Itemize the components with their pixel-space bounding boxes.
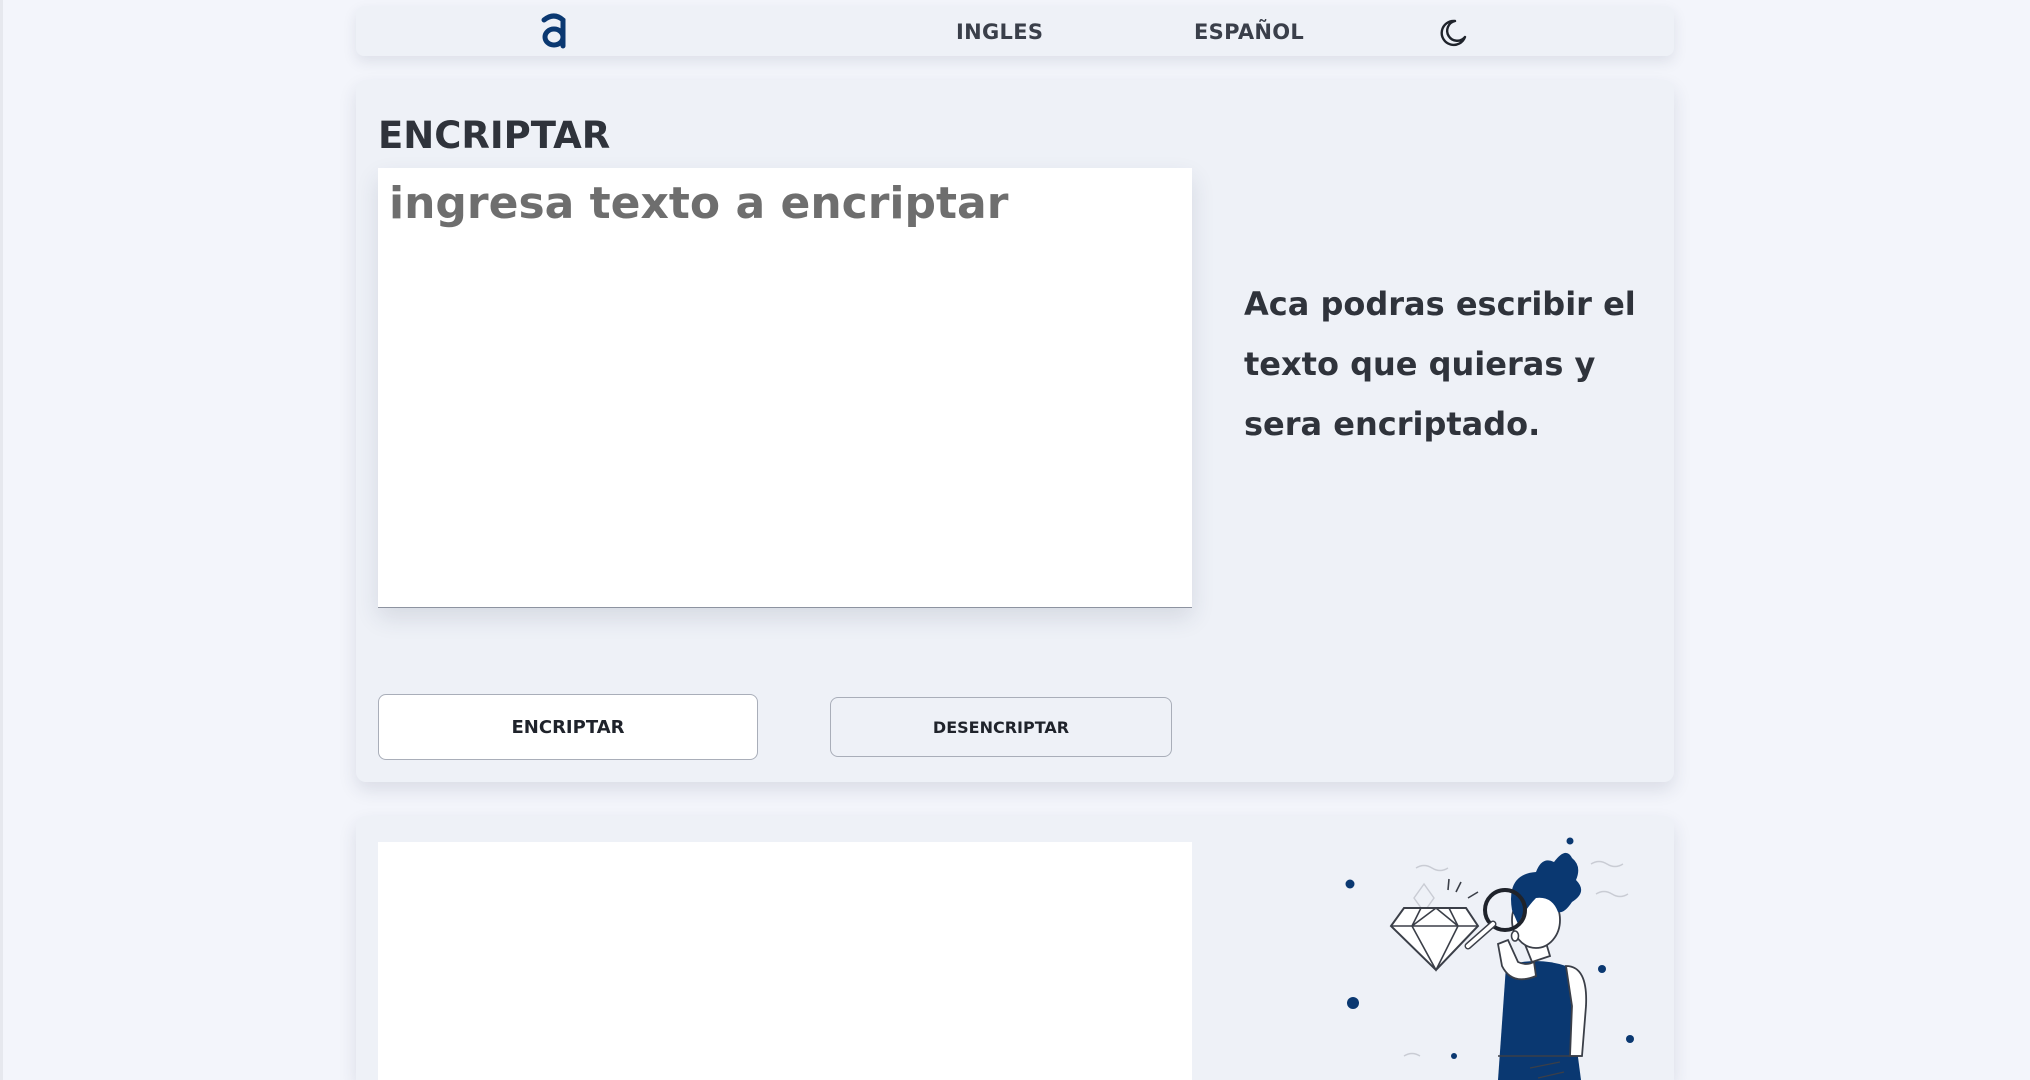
decrypt-button[interactable]: DESENCRIPTAR — [830, 697, 1172, 757]
page: INGLES ESPAÑOL ENCRIPTAR Aca podras escr… — [0, 0, 2030, 1080]
person-with-magnifier-illustration — [1345, 837, 1634, 1080]
encrypt-card: ENCRIPTAR Aca podras escribir el texto q… — [356, 80, 1674, 782]
encrypt-input[interactable] — [378, 168, 1192, 608]
logo[interactable] — [534, 10, 574, 52]
encrypt-button[interactable]: ENCRIPTAR — [378, 694, 758, 760]
window-edge — [0, 0, 3, 1080]
nav-link-english[interactable]: INGLES — [956, 20, 1043, 44]
navbar: INGLES ESPAÑOL — [356, 6, 1674, 56]
encrypt-title: ENCRIPTAR — [378, 114, 611, 157]
output-box[interactable] — [378, 842, 1192, 1080]
info-text: Aca podras escribir el texto que quieras… — [1244, 285, 1636, 443]
logo-icon — [541, 13, 566, 49]
theme-toggle-button[interactable] — [1436, 16, 1470, 50]
result-card — [356, 816, 1674, 1080]
moon-icon — [1440, 19, 1467, 47]
nav-link-spanish[interactable]: ESPAÑOL — [1194, 20, 1304, 44]
